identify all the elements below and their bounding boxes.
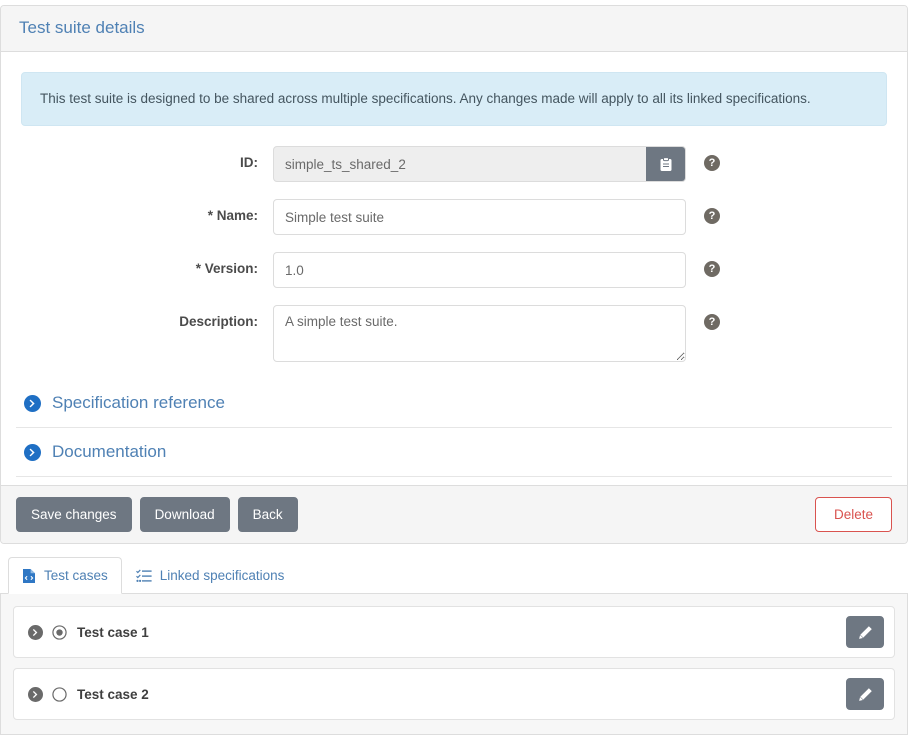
version-field-wrap — [273, 252, 686, 288]
save-changes-button[interactable]: Save changes — [16, 497, 132, 532]
download-button[interactable]: Download — [139, 497, 230, 532]
clipboard-icon — [660, 156, 671, 171]
test-case-name: Test case 1 — [77, 624, 149, 640]
form-row-version: * Version: ? — [16, 252, 892, 288]
test-suite-details-page: Test suite details This test suite is de… — [0, 0, 913, 746]
name-field-wrap — [273, 199, 686, 235]
name-label: * Name: — [207, 208, 258, 223]
name-input[interactable] — [273, 199, 686, 235]
form-row-id: ID: ? — [16, 146, 892, 182]
circle-icon[interactable] — [52, 686, 67, 702]
id-label: ID: — [240, 155, 258, 170]
panel-heading: Test suite details — [1, 6, 907, 52]
test-cases-tab-panel: Test case 1 Test case 2 — [0, 594, 908, 735]
section-documentation[interactable]: Documentation — [16, 428, 892, 477]
pencil-icon — [858, 625, 872, 639]
test-case-name: Test case 2 — [77, 686, 149, 702]
page-title: Test suite details — [19, 18, 145, 37]
tab-linked-specifications[interactable]: Linked specifications — [122, 557, 299, 594]
edit-test-case-button[interactable] — [846, 616, 884, 648]
description-label: Description: — [179, 314, 258, 329]
tab-list: Test cases Linked specifications — [0, 556, 908, 594]
footer-button-group: Save changes Download Back — [16, 497, 298, 532]
form-row-name: * Name: ? — [16, 199, 892, 235]
tasks-list-icon — [135, 569, 152, 582]
chevron-right-circle-icon — [24, 394, 41, 412]
back-button[interactable]: Back — [237, 497, 298, 532]
test-suite-details-panel: Test suite details This test suite is de… — [0, 5, 908, 544]
form-row-description: Description: ? — [16, 305, 892, 362]
tab-linked-specifications-label: Linked specifications — [159, 568, 285, 583]
name-help-icon[interactable]: ? — [704, 208, 720, 224]
chevron-right-circle-icon — [24, 443, 41, 461]
description-field-wrap — [273, 305, 686, 362]
test-case-row[interactable]: Test case 2 — [13, 668, 895, 720]
dot-circle-icon[interactable] — [52, 624, 67, 640]
id-input[interactable] — [273, 146, 686, 182]
version-help-icon[interactable]: ? — [704, 261, 720, 277]
copy-id-button[interactable] — [646, 147, 685, 181]
version-label: * Version: — [195, 261, 258, 276]
edit-test-case-button[interactable] — [846, 678, 884, 710]
pencil-icon — [858, 687, 872, 701]
section-specification-reference[interactable]: Specification reference — [16, 379, 892, 428]
section-specification-reference-label: Specification reference — [52, 393, 225, 412]
section-documentation-label: Documentation — [52, 442, 167, 461]
delete-button[interactable]: Delete — [814, 497, 892, 532]
tabs-area: Test cases Linked specifications Test ca… — [0, 556, 908, 735]
shared-suite-alert: This test suite is designed to be shared… — [21, 72, 887, 126]
chevron-right-circle-icon[interactable] — [28, 686, 43, 702]
id-help-icon[interactable]: ? — [704, 155, 720, 171]
panel-body: This test suite is designed to be shared… — [1, 52, 907, 485]
test-case-row[interactable]: Test case 1 — [13, 606, 895, 658]
id-field-wrap — [273, 146, 686, 182]
file-code-icon — [23, 569, 35, 583]
version-input[interactable] — [273, 252, 686, 288]
description-help-icon[interactable]: ? — [704, 314, 720, 330]
chevron-right-circle-icon[interactable] — [28, 624, 43, 640]
panel-footer: Save changes Download Back Delete — [1, 485, 907, 543]
tab-test-cases-label: Test cases — [44, 568, 108, 583]
description-textarea[interactable] — [273, 305, 686, 362]
tab-test-cases[interactable]: Test cases — [8, 557, 122, 594]
